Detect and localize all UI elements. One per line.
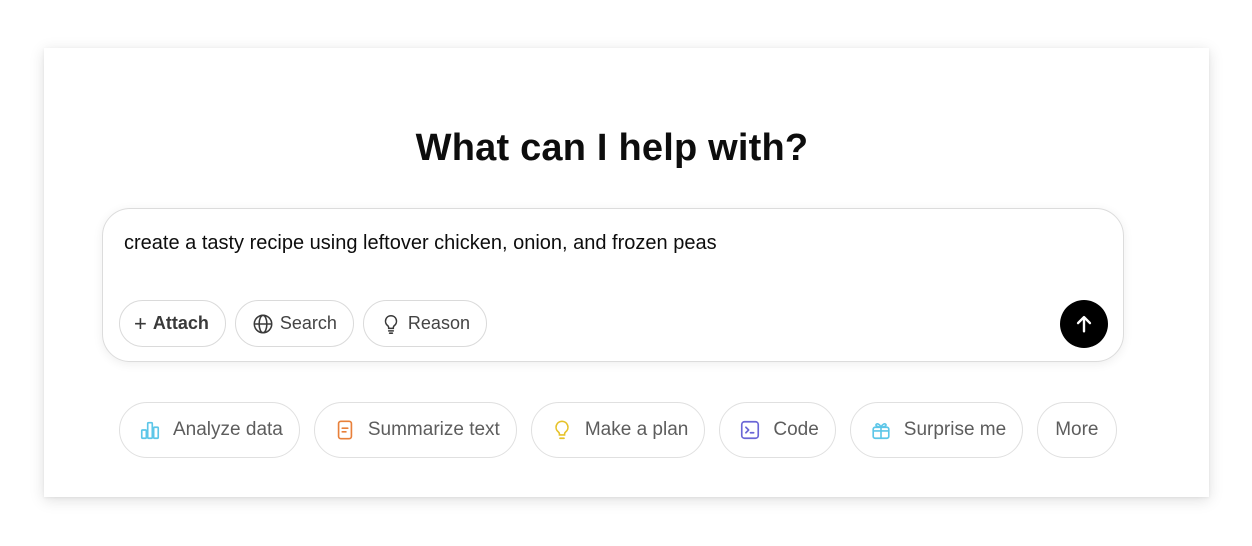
more-button[interactable]: More (1037, 402, 1117, 458)
suggestion-code[interactable]: Code (719, 402, 836, 458)
lightbulb-icon (550, 418, 574, 442)
send-button[interactable] (1060, 300, 1108, 348)
attach-label: Attach (152, 313, 209, 333)
bar-chart-icon (138, 418, 162, 442)
lightbulb-icon (380, 313, 402, 335)
home-card: What can I help with? create a tasty rec… (44, 48, 1209, 497)
reason-button[interactable]: Reason (362, 300, 487, 347)
suggestion-label: Analyze data (173, 419, 283, 440)
more-label: More (1055, 419, 1099, 440)
composer-tools: + Attach Search Reason (119, 300, 487, 347)
suggestion-label: Make a plan (584, 419, 689, 440)
attach-button[interactable]: + Attach (119, 300, 226, 347)
suggestion-surprise-me[interactable]: Surprise me (849, 402, 1024, 458)
suggestion-label: Surprise me (903, 419, 1007, 440)
terminal-icon (738, 418, 762, 442)
gift-icon (869, 418, 893, 442)
suggestion-label: Code (773, 419, 819, 440)
prompt-input[interactable]: create a tasty recipe using leftover chi… (124, 231, 717, 255)
globe-icon (252, 313, 274, 335)
suggestion-label: Summarize text (367, 419, 500, 440)
search-button[interactable]: Search (234, 300, 354, 347)
suggestion-summarize-text[interactable]: Summarize text (313, 402, 517, 458)
reason-label: Reason (407, 313, 470, 333)
page-title: What can I help with? (415, 127, 809, 169)
suggestion-analyze-data[interactable]: Analyze data (119, 402, 300, 458)
search-label: Search (279, 313, 337, 333)
document-icon (333, 418, 357, 442)
plus-icon: + (134, 310, 147, 336)
suggestion-make-a-plan[interactable]: Make a plan (530, 402, 706, 458)
arrow-up-icon (1073, 313, 1095, 335)
suggestion-chips: Analyze data Summarize text Make a plan (119, 402, 1117, 458)
prompt-composer[interactable]: create a tasty recipe using leftover chi… (102, 208, 1124, 362)
